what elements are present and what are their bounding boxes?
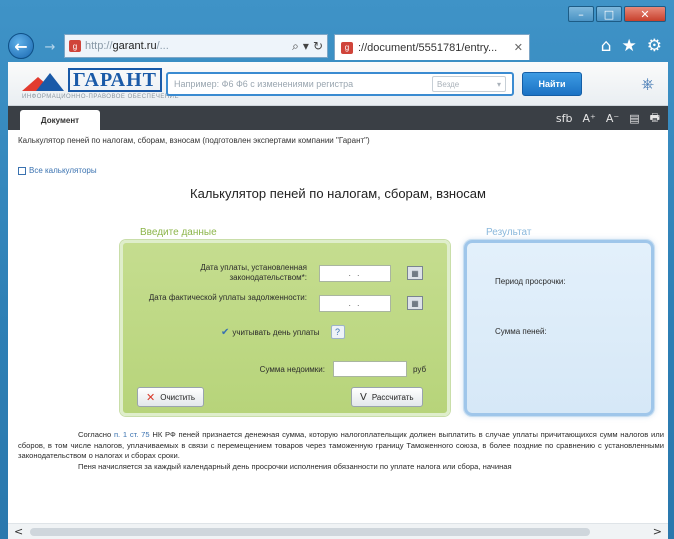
checkmark-icon[interactable]: ✔ — [221, 327, 229, 338]
include-day-label: учитывать день уплаты — [232, 327, 320, 337]
forward-arrow-icon[interactable]: → — [42, 39, 58, 55]
actual-date-field[interactable]: . . — [319, 295, 391, 312]
close-tab-icon[interactable]: ✕ — [514, 41, 523, 54]
search-icon[interactable]: ⌕ — [292, 39, 299, 54]
clear-button[interactable]: ✕ Очистить — [137, 387, 205, 407]
clear-x-icon: ✕ — [146, 390, 156, 404]
article-text: Согласно п. 1 ст. 75 НК РФ пеней признае… — [18, 430, 664, 472]
refresh-icon[interactable]: ↻ — [313, 39, 323, 53]
law-article-link[interactable]: п. 1 ст. 75 — [114, 430, 150, 439]
search-scope-select[interactable]: Везде ▾ — [432, 76, 506, 92]
tab-title: ://document/5551781/entry... — [358, 41, 498, 54]
home-icon[interactable]: ⌂ — [601, 36, 612, 56]
document-toolbar: Документ sfb A⁺ A⁻ ▤ 🖶 — [8, 106, 668, 130]
actual-date-label: Дата фактической уплаты задолженности: — [148, 293, 307, 302]
browser-toolbar-icons: ⌂ ★ ⚙ — [601, 36, 662, 56]
scroll-right-icon[interactable]: > — [653, 525, 662, 538]
page-title: Калькулятор пеней по налогам, сборам, вз… — [190, 186, 486, 201]
document-tools: sfb A⁺ A⁻ ▤ 🖶 — [556, 110, 660, 126]
settings-gear-icon[interactable]: ⚙ — [647, 36, 662, 56]
print-icon[interactable]: 🖶 — [650, 109, 660, 128]
back-arrow-icon[interactable]: ← — [8, 33, 34, 59]
browser-window: – □ ✕ ← → g http://garant.ru/... ⌕ ▾ ↻ g… — [0, 0, 674, 539]
debt-sum-label: Сумма недоимки: — [259, 365, 325, 374]
help-icon[interactable]: ? — [330, 325, 345, 339]
calendar-icon[interactable]: ▦ — [407, 296, 423, 310]
debt-sum-input[interactable] — [333, 361, 407, 377]
result-panel: Период просрочки: Сумма пеней: — [464, 240, 654, 416]
chevron-down-icon: ▾ — [496, 79, 501, 89]
tab-document[interactable]: g ://document/5551781/entry... ✕ — [334, 34, 530, 60]
favorites-star-icon[interactable]: ★ — [622, 36, 637, 56]
tab-favicon-icon: g — [341, 41, 353, 54]
calculators-list-icon — [18, 166, 26, 175]
maximize-icon[interactable]: □ — [596, 6, 622, 22]
breadcrumb: Калькулятор пеней по налогам, сборам, вз… — [18, 136, 370, 145]
overdue-period-label: Период просрочки: — [495, 277, 566, 286]
checkmark-v-icon: V — [360, 391, 367, 403]
payment-date-label: Дата уплаты, установленная законодательс… — [200, 263, 307, 282]
currency-label: руб — [413, 365, 427, 374]
input-panel: Дата уплаты, установленная законодательс… — [120, 240, 450, 416]
garant-logo[interactable]: ГАРАНТ — [22, 68, 162, 92]
document-view-icon[interactable]: ▤ — [629, 112, 639, 125]
search-scope-value: Везде — [437, 79, 460, 89]
site-search-placeholder: Например: Ф6 Ф6 с изменениями регистра — [174, 79, 354, 89]
article-paragraph: Пеня начисляется за каждый календарный д… — [78, 461, 512, 471]
font-increase-icon[interactable]: A⁺ — [583, 112, 596, 125]
minimize-icon[interactable]: – — [568, 6, 594, 22]
window-controls: – □ ✕ — [568, 6, 666, 22]
logo-text: ГАРАНТ — [68, 68, 162, 92]
site-search-input[interactable]: Например: Ф6 Ф6 с изменениями регистра В… — [166, 72, 514, 96]
extended-search-icon[interactable]: ⎈ — [641, 74, 654, 94]
clear-button-label: Очистить — [160, 392, 196, 402]
site-header: ГАРАНТ ИНФОРМАЦИОННО-ПРАВОВОЕ ОБЕСПЕЧЕНИ… — [8, 62, 668, 106]
logo-subtitle: ИНФОРМАЦИОННО-ПРАВОВОЕ ОБЕСПЕЧЕНИЕ — [22, 94, 179, 100]
article-paragraph: Согласно п. 1 ст. 75 НК РФ пеней признае… — [18, 430, 664, 462]
site-favicon-icon: g — [69, 40, 81, 52]
include-day-checkbox[interactable]: ✔ учитывать день уплаты ? — [221, 325, 345, 339]
penalty-sum-label: Сумма пеней: — [495, 327, 547, 336]
all-calculators-link[interactable]: Все калькуляторы — [18, 166, 97, 175]
calculate-button[interactable]: V Рассчитать — [351, 387, 423, 407]
p1-prefix: Согласно — [78, 430, 112, 439]
payment-date-field[interactable]: . . — [319, 265, 391, 282]
font-decrease-icon[interactable]: A⁻ — [606, 112, 619, 125]
address-url: http://garant.ru/... — [85, 40, 169, 52]
address-bar[interactable]: g http://garant.ru/... ⌕ ▾ ↻ — [64, 34, 328, 58]
scrollbar-thumb[interactable] — [30, 528, 590, 536]
navigation-bar: ← → g http://garant.ru/... ⌕ ▾ ↻ g ://do… — [8, 28, 668, 62]
calculate-button-label: Рассчитать — [371, 392, 414, 402]
all-calculators-label: Все калькуляторы — [29, 166, 97, 175]
tab-document-view[interactable]: Документ — [20, 110, 100, 130]
scroll-left-icon[interactable]: < — [14, 525, 23, 538]
dropdown-icon[interactable]: ▾ — [303, 39, 309, 53]
horizontal-scrollbar[interactable]: < > — [8, 523, 668, 539]
input-panel-legend: Введите данные — [140, 227, 217, 238]
calendar-icon[interactable]: ▦ — [407, 266, 423, 280]
find-button[interactable]: Найти — [522, 72, 582, 96]
page-viewport: ГАРАНТ ИНФОРМАЦИОННО-ПРАВОВОЕ ОБЕСПЕЧЕНИ… — [8, 62, 668, 539]
logo-mark-icon — [22, 69, 64, 91]
close-window-icon[interactable]: ✕ — [624, 6, 666, 22]
rtf-export-icon[interactable]: sfb — [556, 112, 573, 125]
result-panel-legend: Результат — [486, 227, 532, 238]
